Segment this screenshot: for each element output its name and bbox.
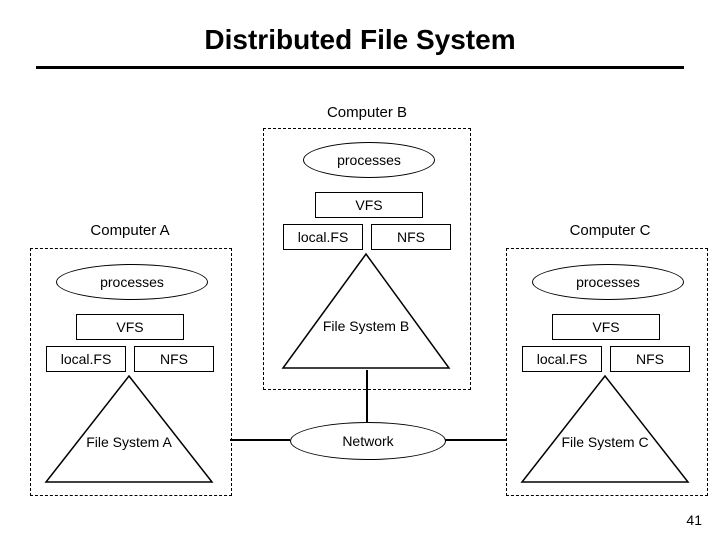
processes-a-text: processes xyxy=(100,274,164,290)
ellipse-network: Network xyxy=(290,422,446,460)
triangle-fs-a: File System A xyxy=(44,374,214,484)
fs-b-text: File System B xyxy=(281,318,451,334)
connector-b-network xyxy=(366,370,368,422)
localfs-b-text: local.FS xyxy=(298,229,349,245)
box-localfs-c: local.FS xyxy=(522,346,602,372)
nfs-c-text: NFS xyxy=(636,351,664,367)
localfs-a-text: local.FS xyxy=(61,351,112,367)
box-nfs-b: NFS xyxy=(371,224,451,250)
nfs-b-text: NFS xyxy=(397,229,425,245)
triangle-fs-c: File System C xyxy=(520,374,690,484)
box-nfs-c: NFS xyxy=(610,346,690,372)
box-vfs-b: VFS xyxy=(315,192,423,218)
vfs-b-text: VFS xyxy=(355,197,382,213)
page-title: Distributed File System xyxy=(0,24,720,56)
box-vfs-c: VFS xyxy=(552,314,660,340)
triangle-fs-b: File System B xyxy=(281,252,451,370)
page-number: 41 xyxy=(686,512,702,528)
title-rule xyxy=(36,66,684,69)
label-computer-b: Computer B xyxy=(297,104,437,121)
box-localfs-b: local.FS xyxy=(283,224,363,250)
ellipse-processes-b: processes xyxy=(303,142,435,178)
vfs-c-text: VFS xyxy=(592,319,619,335)
label-computer-a: Computer A xyxy=(60,222,200,239)
fs-a-text: File System A xyxy=(44,434,214,450)
network-text: Network xyxy=(342,433,393,449)
connector-c-network xyxy=(444,439,506,441)
box-localfs-a: local.FS xyxy=(46,346,126,372)
localfs-c-text: local.FS xyxy=(537,351,588,367)
connector-a-network xyxy=(230,439,290,441)
ellipse-processes-a: processes xyxy=(56,264,208,300)
label-computer-c: Computer C xyxy=(540,222,680,239)
box-vfs-a: VFS xyxy=(76,314,184,340)
processes-b-text: processes xyxy=(337,152,401,168)
processes-c-text: processes xyxy=(576,274,640,290)
slide: Distributed File System Computer B proce… xyxy=(0,0,720,540)
fs-c-text: File System C xyxy=(520,434,690,450)
nfs-a-text: NFS xyxy=(160,351,188,367)
vfs-a-text: VFS xyxy=(116,319,143,335)
ellipse-processes-c: processes xyxy=(532,264,684,300)
box-nfs-a: NFS xyxy=(134,346,214,372)
